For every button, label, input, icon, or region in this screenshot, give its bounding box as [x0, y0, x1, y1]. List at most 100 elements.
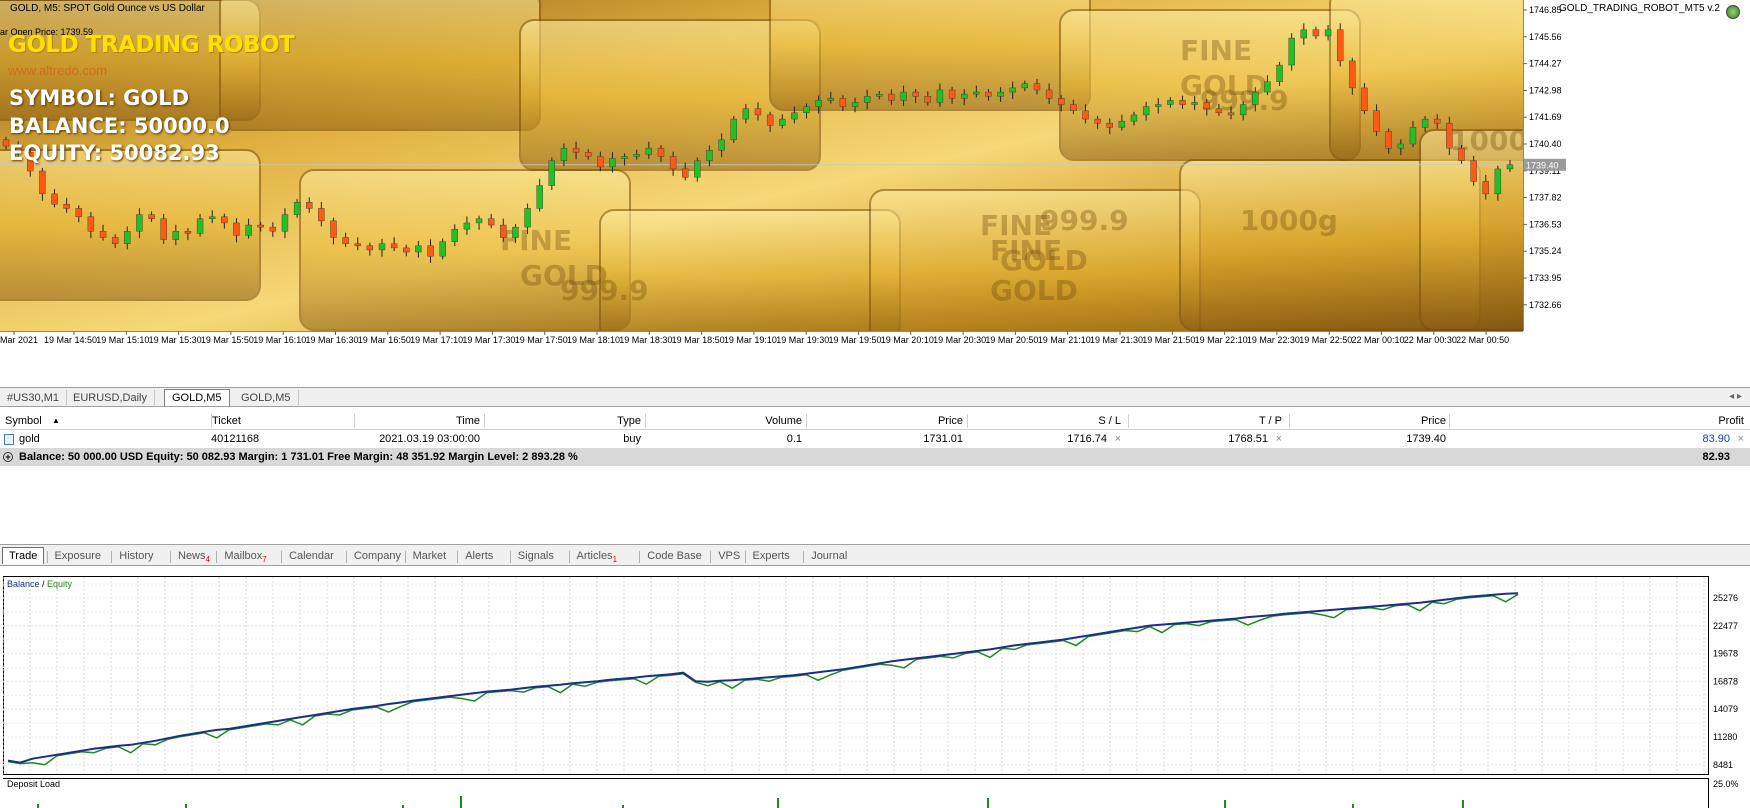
candle-body: [196, 218, 204, 234]
column-divider[interactable]: [1128, 414, 1129, 428]
column-divider[interactable]: [354, 414, 355, 428]
toolbox-tab[interactable]: Experts: [747, 548, 796, 565]
toolbox-tab[interactable]: Mailbox7: [218, 548, 272, 565]
price-tick-label: 1736.53: [1529, 219, 1562, 229]
column-header[interactable]: Type: [617, 412, 641, 430]
price-chart[interactable]: FINE GOLD 999.9 FINE GOLD 999.9 1000g FINE GOLD 9…: [0, 0, 1750, 385]
time-tick-label: 22 Mar 00:10: [1352, 335, 1405, 345]
candle-body: [633, 154, 640, 157]
column-divider[interactable]: [806, 414, 807, 428]
tab-scroll-arrows[interactable]: ◂ ▸: [1729, 391, 1742, 402]
toolbox-tab[interactable]: Company: [348, 548, 407, 565]
price-tick-label: 1733.95: [1529, 273, 1562, 283]
gold-bar-shape: [219, 0, 541, 131]
balance-summary: Balance: 50 000.00 USD Equity: 50 082.93…: [19, 451, 578, 463]
toolbox-tab[interactable]: VPS: [712, 548, 746, 565]
toolbox-tab-label: Signals: [517, 550, 554, 562]
column-header[interactable]: Price: [938, 412, 963, 430]
candle-body: [1494, 168, 1502, 195]
column-header[interactable]: Ticket: [212, 412, 241, 430]
price-tick-label: 1746.85: [1529, 5, 1562, 15]
candle-body: [306, 201, 313, 209]
time-tick-label: 19 Mar 17:10: [410, 335, 463, 345]
candle-body: [99, 231, 107, 238]
close-position-icon[interactable]: ×: [1738, 430, 1744, 448]
chart-tab[interactable]: #US30,M1: [0, 390, 67, 407]
column-divider[interactable]: [1449, 414, 1450, 428]
candle-body: [1070, 104, 1077, 111]
toolbox-tab[interactable]: Exposure: [49, 548, 107, 565]
candle-body: [281, 214, 289, 232]
column-header[interactable]: Profit: [1718, 412, 1744, 430]
expand-icon[interactable]: +: [3, 452, 13, 462]
toolbox-tab[interactable]: Calendar: [283, 548, 340, 565]
column-header[interactable]: Price: [1421, 412, 1446, 430]
time-tick-label: 19 Mar 20:50: [985, 335, 1038, 345]
candle-body: [1361, 87, 1368, 111]
column-header[interactable]: Volume: [765, 412, 802, 430]
chart-tab[interactable]: EURUSD,Daily: [66, 390, 155, 407]
cell-time: 2021.03.19 03:00:00: [379, 433, 480, 445]
column-header[interactable]: S / L: [1098, 412, 1121, 430]
candle-body: [609, 158, 616, 168]
toolbox-tab[interactable]: Alerts: [459, 548, 499, 565]
gold-bar-engraving: 999.9: [560, 274, 649, 307]
toolbox-tab-label: Trade: [9, 550, 38, 562]
column-divider[interactable]: [211, 414, 212, 428]
candle-body: [1179, 100, 1186, 105]
candle-body: [1082, 110, 1089, 120]
column-header[interactable]: T / P: [1259, 412, 1282, 430]
toolbox-tab[interactable]: Market: [407, 548, 453, 565]
remove-tp-icon[interactable]: ×: [1276, 430, 1282, 448]
column-divider[interactable]: [484, 414, 485, 428]
candle-body: [1167, 100, 1174, 105]
candle-body: [900, 91, 907, 101]
candle-body: [779, 118, 786, 126]
candle-body: [51, 193, 58, 205]
candle-body: [1142, 106, 1150, 116]
toolbox-tab[interactable]: History: [113, 548, 159, 565]
toolbox-tab[interactable]: Trade: [2, 547, 45, 564]
candle-body: [706, 150, 713, 161]
column-divider[interactable]: [967, 414, 968, 428]
price-tick-label: 1745.56: [1529, 32, 1562, 42]
table-row[interactable]: gold 40121168 2021.03.19 03:00:00 buy 0.…: [0, 430, 1750, 448]
price-tick-label: 1737.82: [1529, 193, 1562, 203]
chart-tab[interactable]: GOLD,M5: [234, 390, 299, 407]
candle-body: [766, 114, 774, 126]
toolbox-tab[interactable]: Articles1: [571, 548, 624, 565]
candle-body: [997, 91, 1004, 97]
candle-body: [524, 208, 531, 228]
time-tick-label: 19 Mar 16:30: [306, 335, 359, 345]
legend-balance: Balance: [7, 579, 40, 589]
candle-body: [948, 89, 956, 99]
price-tick-label: 1732.66: [1529, 300, 1562, 310]
time-tick-label: 19 Mar 22:50: [1299, 335, 1352, 345]
candle-body: [1252, 91, 1259, 105]
current-price-label: 1739.40: [1526, 160, 1559, 170]
cell-sl: 1716.74: [1067, 433, 1107, 445]
toolbox-tab[interactable]: News4: [172, 548, 216, 565]
toolbox-tab[interactable]: Code Base: [641, 548, 707, 565]
candle-body: [876, 93, 883, 97]
column-divider[interactable]: [645, 414, 646, 428]
chart-tab[interactable]: GOLD,M5: [164, 389, 230, 406]
toolbox-tab[interactable]: Signals: [512, 548, 560, 565]
candle-body: [1094, 118, 1101, 124]
column-divider[interactable]: [1289, 414, 1290, 428]
remove-sl-icon[interactable]: ×: [1115, 430, 1121, 448]
candle-body: [645, 147, 653, 155]
toolbox-tab-label: Experts: [752, 550, 790, 562]
trade-table: Symbol Ticket Time Type Volume Price S / L T / …: [0, 412, 1750, 466]
candle-body: [475, 218, 483, 224]
toolbox-tab-label: Company: [353, 550, 401, 562]
column-header[interactable]: Time: [456, 412, 480, 430]
candle-body: [936, 89, 944, 103]
equity-y-tick-label: 11280: [1713, 732, 1737, 742]
expert-advisor-icon[interactable]: [1726, 5, 1740, 19]
column-header[interactable]: Symbol: [5, 412, 42, 430]
toolbox-tab-separator: [404, 551, 406, 563]
time-tick-label: 19 Mar 19:30: [776, 335, 829, 345]
toolbox-tab[interactable]: Journal: [805, 548, 853, 565]
candle-body: [851, 102, 859, 107]
